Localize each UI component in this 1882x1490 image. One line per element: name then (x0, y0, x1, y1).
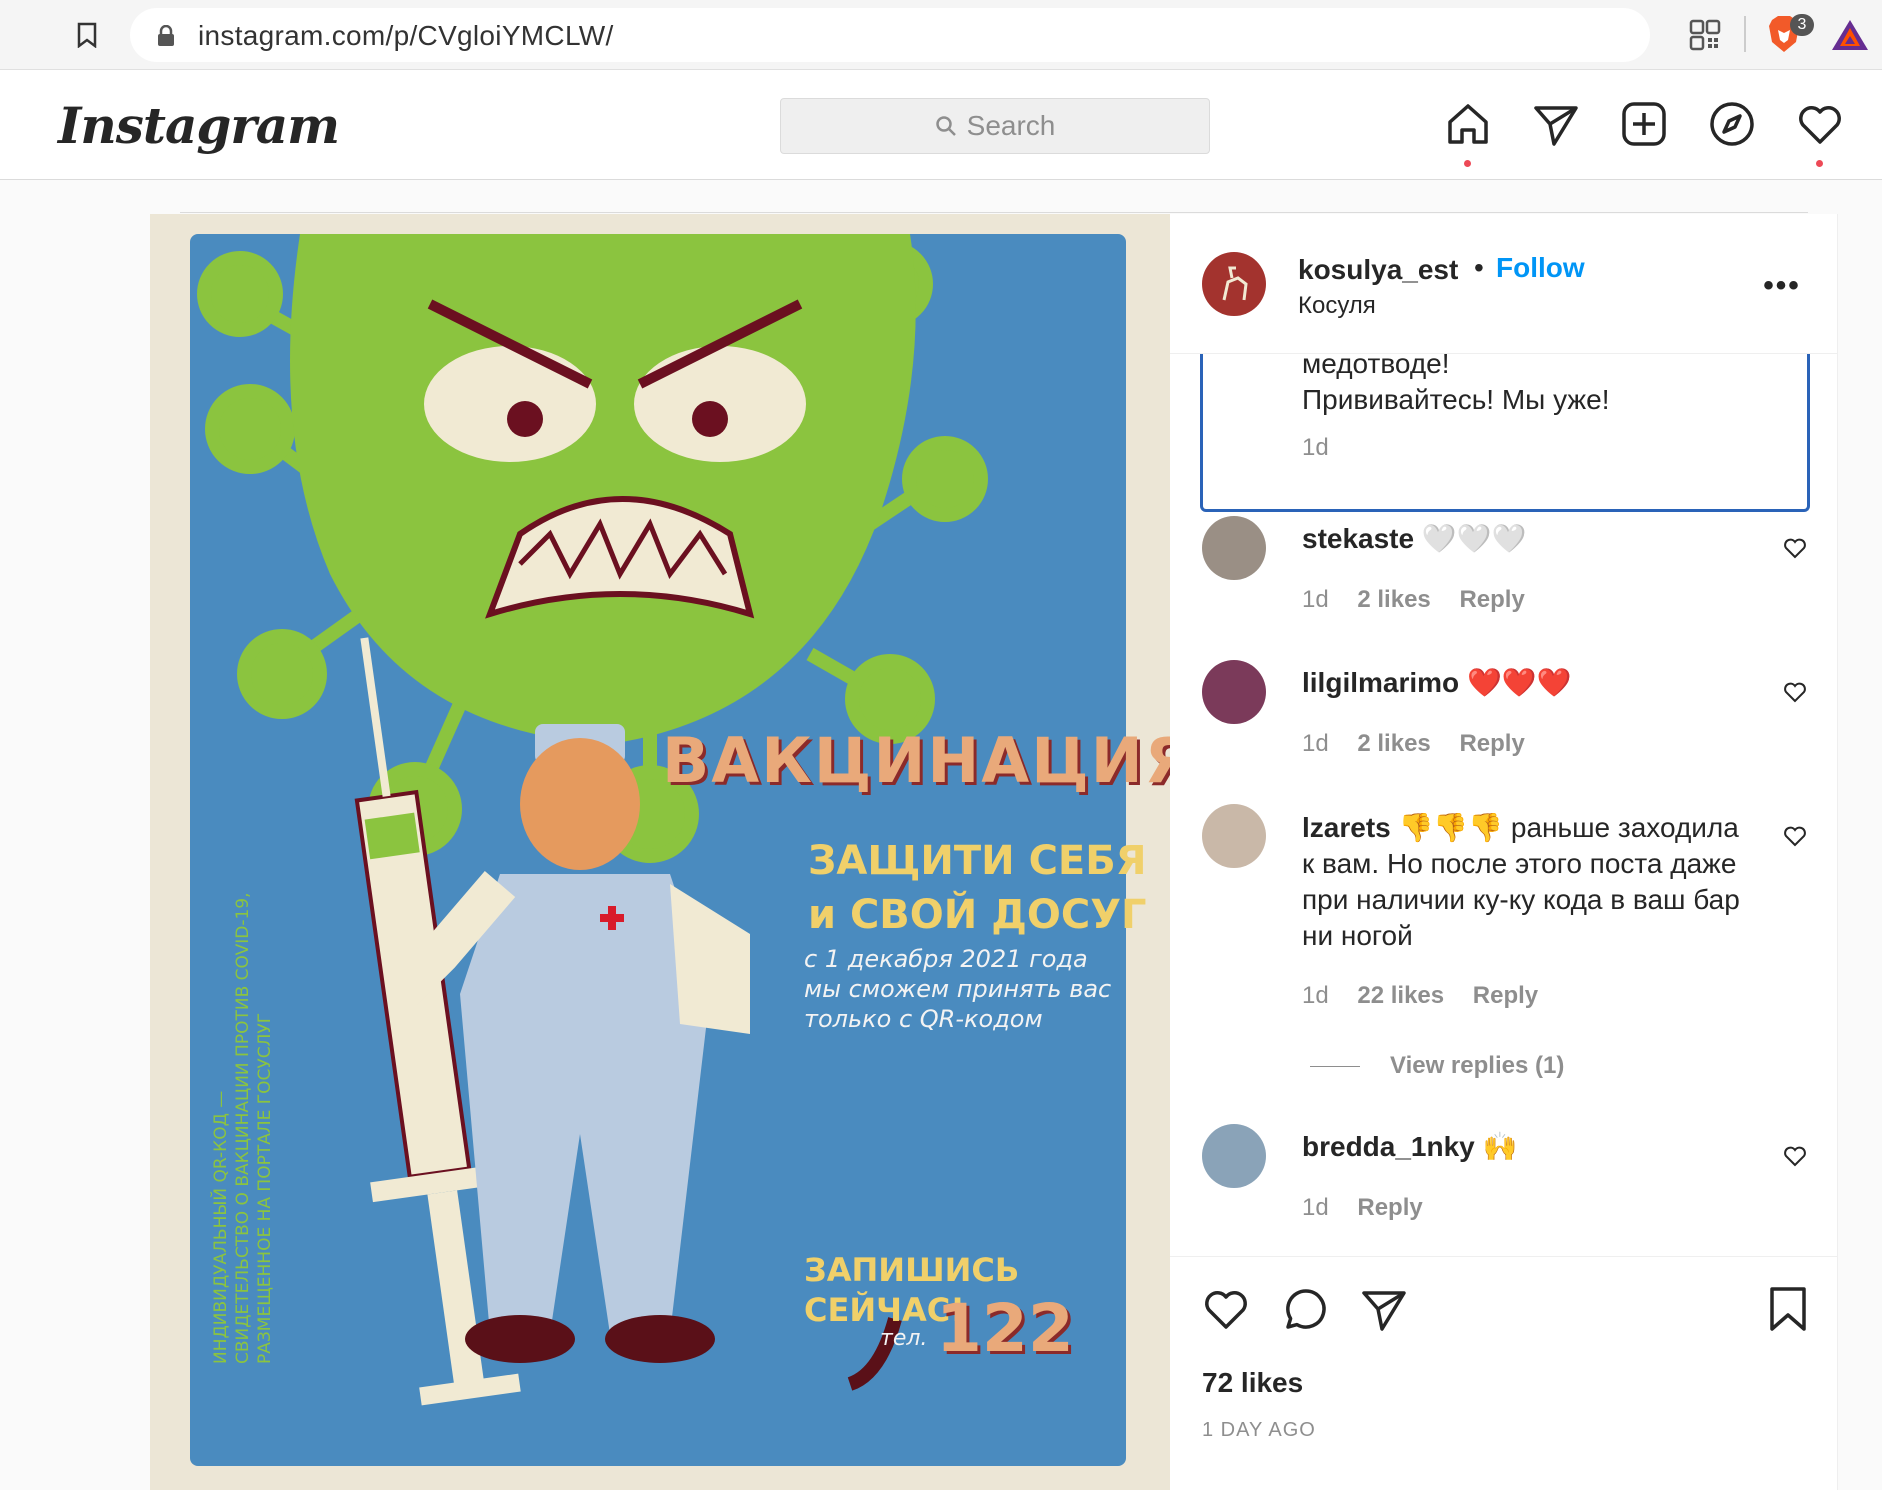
comment-meta: 1d 22 likes Reply (1302, 982, 1560, 1010)
avatar[interactable] (1202, 516, 1266, 580)
comment-username[interactable]: bredda_1nky (1302, 1131, 1475, 1162)
comment-row-bredda: bredda_1nky 🙌 (1302, 1130, 1517, 1163)
avatar[interactable] (1202, 804, 1266, 868)
comment-emoji: 👎👎👎 (1398, 812, 1504, 843)
caption-line2: Прививайтесь! Мы уже! (1302, 384, 1610, 415)
caption-line1: медотводе! (1302, 354, 1450, 379)
comment-like-heart-icon[interactable] (1782, 679, 1808, 705)
comment-text: ❤️❤️❤️ (1466, 667, 1572, 698)
share-icon[interactable] (1360, 1285, 1408, 1333)
comment-like-heart-icon[interactable] (1782, 823, 1808, 849)
comment-text: 🙌 (1482, 1131, 1518, 1162)
reply-button[interactable]: Reply (1357, 1194, 1422, 1221)
poster-info-line3: только с QR-кодом (804, 1005, 1043, 1033)
direct-message-icon[interactable] (1532, 100, 1580, 148)
poster-vertical-line3: РАЗМЕЩЕННОЕ НА ПОРТАЛЕ ГОСУСЛУГ (255, 1012, 275, 1364)
post-image[interactable]: ВАКЦИНАЦИЯ ЗАЩИТИ СЕБЯ и СВОЙ ДОСУГ с 1 … (150, 214, 1170, 1490)
comment-time[interactable]: 1d (1302, 730, 1329, 757)
poster-vertical-line2: СВИДЕТЕЛЬСТВО О ВАКЦИНАЦИИ ПРОТИВ COVID-… (233, 892, 253, 1365)
qr-code-icon[interactable] (1688, 18, 1722, 52)
reply-button[interactable]: Reply (1459, 730, 1524, 757)
poster-subtitle: ЗАЩИТИ СЕБЯ и СВОЙ ДОСУГ (808, 834, 1147, 942)
likes-count[interactable]: 72 likes (1202, 1367, 1303, 1399)
follow-button[interactable]: Follow (1496, 252, 1585, 284)
new-post-icon[interactable] (1620, 100, 1668, 148)
reply-button[interactable]: Reply (1473, 982, 1538, 1009)
comment-like-heart-icon[interactable] (1782, 1143, 1808, 1169)
poster-info-line1: с 1 декабря 2021 года (804, 945, 1088, 973)
reply-button[interactable]: Reply (1459, 586, 1524, 613)
post-time-ago[interactable]: 1 DAY AGO (1202, 1419, 1316, 1442)
activity-heart-icon[interactable] (1796, 100, 1844, 148)
poster-cta-line1: ЗАПИШИСЬ (804, 1251, 1020, 1289)
avatar[interactable] (1202, 1124, 1266, 1188)
comment-username[interactable]: lilgilmarimo (1302, 667, 1459, 698)
owner-location[interactable]: Косуля (1298, 292, 1376, 320)
search-placeholder: Search (966, 110, 1056, 141)
poster-vertical-line1: ИНДИВИДУАЛЬНЫЙ QR-КОД — (211, 1090, 231, 1364)
search-input[interactable]: Search (780, 98, 1210, 154)
comment-username[interactable]: lzarets (1302, 812, 1391, 843)
poster-subtitle-line2: и СВОЙ ДОСУГ (808, 892, 1147, 938)
comment-likes[interactable]: 22 likes (1357, 982, 1444, 1009)
comment-time[interactable]: 1d (1302, 586, 1329, 613)
explore-compass-icon[interactable] (1708, 100, 1756, 148)
home-notification-dot (1464, 160, 1471, 167)
search-icon (935, 116, 956, 136)
toolbar-divider (1744, 16, 1746, 52)
avatar[interactable] (1202, 660, 1266, 724)
activity-notification-dot (1816, 160, 1823, 167)
comment-meta: 1d 2 likes Reply (1302, 730, 1547, 758)
comment-row-stekaste: stekaste 🤍🤍🤍 (1302, 522, 1526, 555)
rewards-triangle-icon[interactable] (1830, 18, 1870, 52)
view-replies-button[interactable]: View replies (1) (1310, 1052, 1564, 1080)
owner-avatar[interactable] (1202, 252, 1266, 316)
poster-info: с 1 декабря 2021 года мы сможем принять … (804, 944, 1111, 1034)
browser-toolbar: instagram.com/p/CVgloiYMCLW/ 3 (0, 0, 1882, 70)
post-actions: 72 likes 1 DAY AGO (1170, 1256, 1838, 1490)
poster-subtitle-line1: ЗАЩИТИ СЕБЯ (808, 838, 1147, 884)
comment-time[interactable]: 1d (1302, 1194, 1329, 1221)
save-bookmark-icon[interactable] (1764, 1285, 1812, 1333)
extension-badge: 3 (1790, 14, 1814, 36)
owner-username[interactable]: kosulya_est (1298, 254, 1458, 286)
follow-separator: • (1474, 252, 1484, 283)
comment-row-lilgilmarimo: lilgilmarimo ❤️❤️❤️ (1302, 666, 1572, 699)
poster-tel-number: 122 (936, 1290, 1074, 1367)
comment-likes[interactable]: 2 likes (1357, 730, 1430, 757)
caption-time: 1d (1302, 434, 1329, 461)
more-options-icon[interactable]: ••• (1762, 266, 1802, 306)
poster-tel-label: тел. (880, 1326, 928, 1351)
instagram-header: Instagram Search (0, 70, 1882, 180)
poster-vertical-text: ИНДИВИДУАЛЬНЫЙ QR-КОД — СВИДЕТЕЛЬСТВО О … (210, 893, 276, 1365)
comment-meta: 1d Reply (1302, 1194, 1445, 1222)
comments-list[interactable]: медотводе! Прививайтесь! Мы уже! 1d stek… (1170, 354, 1838, 1254)
post-owner-header: kosulya_est • Follow Косуля ••• (1170, 214, 1838, 354)
post-top-border (180, 212, 1808, 213)
home-icon[interactable] (1444, 100, 1492, 148)
comment-bubble-icon[interactable] (1282, 1285, 1330, 1333)
poster-title: ВАКЦИНАЦИЯ (662, 724, 1170, 797)
comment-like-heart-icon[interactable] (1782, 535, 1808, 561)
comment-text: 🤍🤍🤍 (1421, 523, 1527, 554)
address-bar[interactable]: instagram.com/p/CVgloiYMCLW/ (130, 8, 1650, 62)
comment-likes[interactable]: 2 likes (1357, 586, 1430, 613)
comment-row-lzarets: lzarets 👎👎👎 раньше заходила к вам. Но по… (1302, 810, 1752, 954)
caption-highlight (1200, 354, 1810, 512)
comment-time[interactable]: 1d (1302, 982, 1329, 1009)
poster-info-line2: мы сможем принять вас (804, 975, 1112, 1003)
bookmark-icon[interactable] (72, 20, 102, 50)
lock-icon (158, 25, 174, 46)
post-side-panel: kosulya_est • Follow Косуля ••• медотвод… (1170, 214, 1838, 1490)
instagram-logo[interactable]: Instagram (58, 96, 340, 155)
comment-username[interactable]: stekaste (1302, 523, 1414, 554)
like-heart-icon[interactable] (1202, 1285, 1250, 1333)
url-text: instagram.com/p/CVgloiYMCLW/ (198, 20, 614, 51)
comment-meta: 1d 2 likes Reply (1302, 586, 1547, 614)
